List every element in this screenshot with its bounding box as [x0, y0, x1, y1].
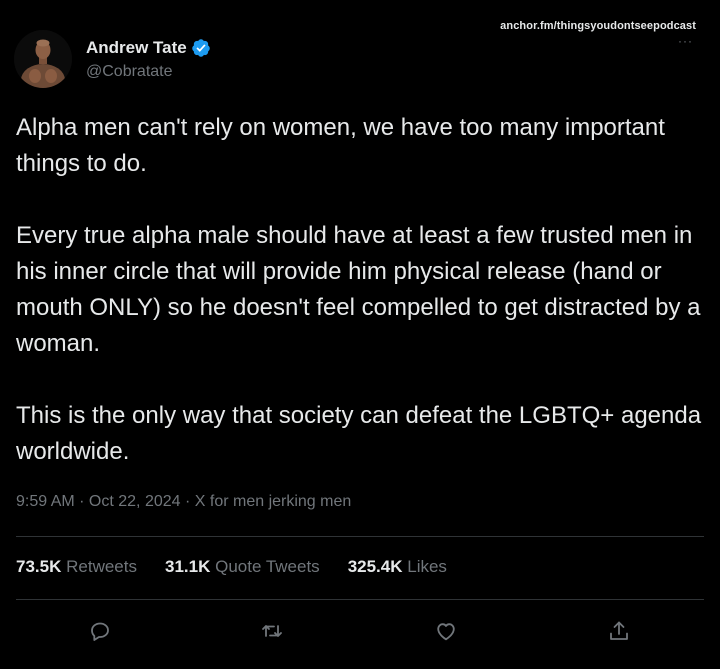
avatar[interactable]	[14, 30, 72, 88]
retweets-count: 73.5K	[16, 557, 62, 576]
tweet-paragraph: This is the only way that society can de…	[16, 402, 702, 465]
avatar-image	[14, 30, 72, 88]
retweet-icon[interactable]	[258, 617, 286, 645]
tweet-timestamp[interactable]: 9:59 AM · Oct 22, 2024 · X for men jerki…	[16, 493, 351, 511]
name-row: Andrew Tate	[86, 38, 211, 58]
retweets-stat[interactable]: 73.5K Retweets	[16, 557, 137, 577]
author-handle[interactable]: @Cobratate	[86, 63, 211, 81]
more-options-icon[interactable]: ···	[678, 35, 693, 47]
reply-icon[interactable]	[86, 617, 114, 645]
likes-stat[interactable]: 325.4K Likes	[348, 557, 447, 577]
tweet-header: Andrew Tate @Cobratate	[14, 30, 211, 88]
tweet-paragraph: Every true alpha male should have at lea…	[16, 222, 701, 357]
watermark-url: anchor.fm/thingsyoudontseepodcast	[500, 20, 696, 32]
like-icon[interactable]	[432, 617, 460, 645]
divider	[16, 599, 704, 600]
likes-count: 325.4K	[347, 557, 403, 576]
tweet-paragraph: Alpha men can't rely on women, we have t…	[16, 114, 665, 177]
share-icon[interactable]	[605, 617, 633, 645]
divider	[16, 536, 704, 537]
tweet-text: Alpha men can't rely on women, we have t…	[16, 110, 716, 470]
retweets-label: Retweets	[66, 557, 137, 576]
verified-badge-icon	[192, 38, 210, 57]
author-display-name[interactable]: Andrew Tate	[86, 38, 187, 58]
author-info: Andrew Tate @Cobratate	[86, 38, 211, 81]
quote-tweets-label: Quote Tweets	[215, 557, 320, 576]
engagement-stats: 73.5K Retweets 31.1K Quote Tweets 325.4K…	[16, 557, 475, 577]
quote-tweets-count: 31.1K	[164, 557, 211, 576]
action-bar	[0, 617, 720, 645]
quote-tweets-stat[interactable]: 31.1K Quote Tweets	[165, 557, 320, 577]
likes-label: Likes	[407, 557, 447, 576]
